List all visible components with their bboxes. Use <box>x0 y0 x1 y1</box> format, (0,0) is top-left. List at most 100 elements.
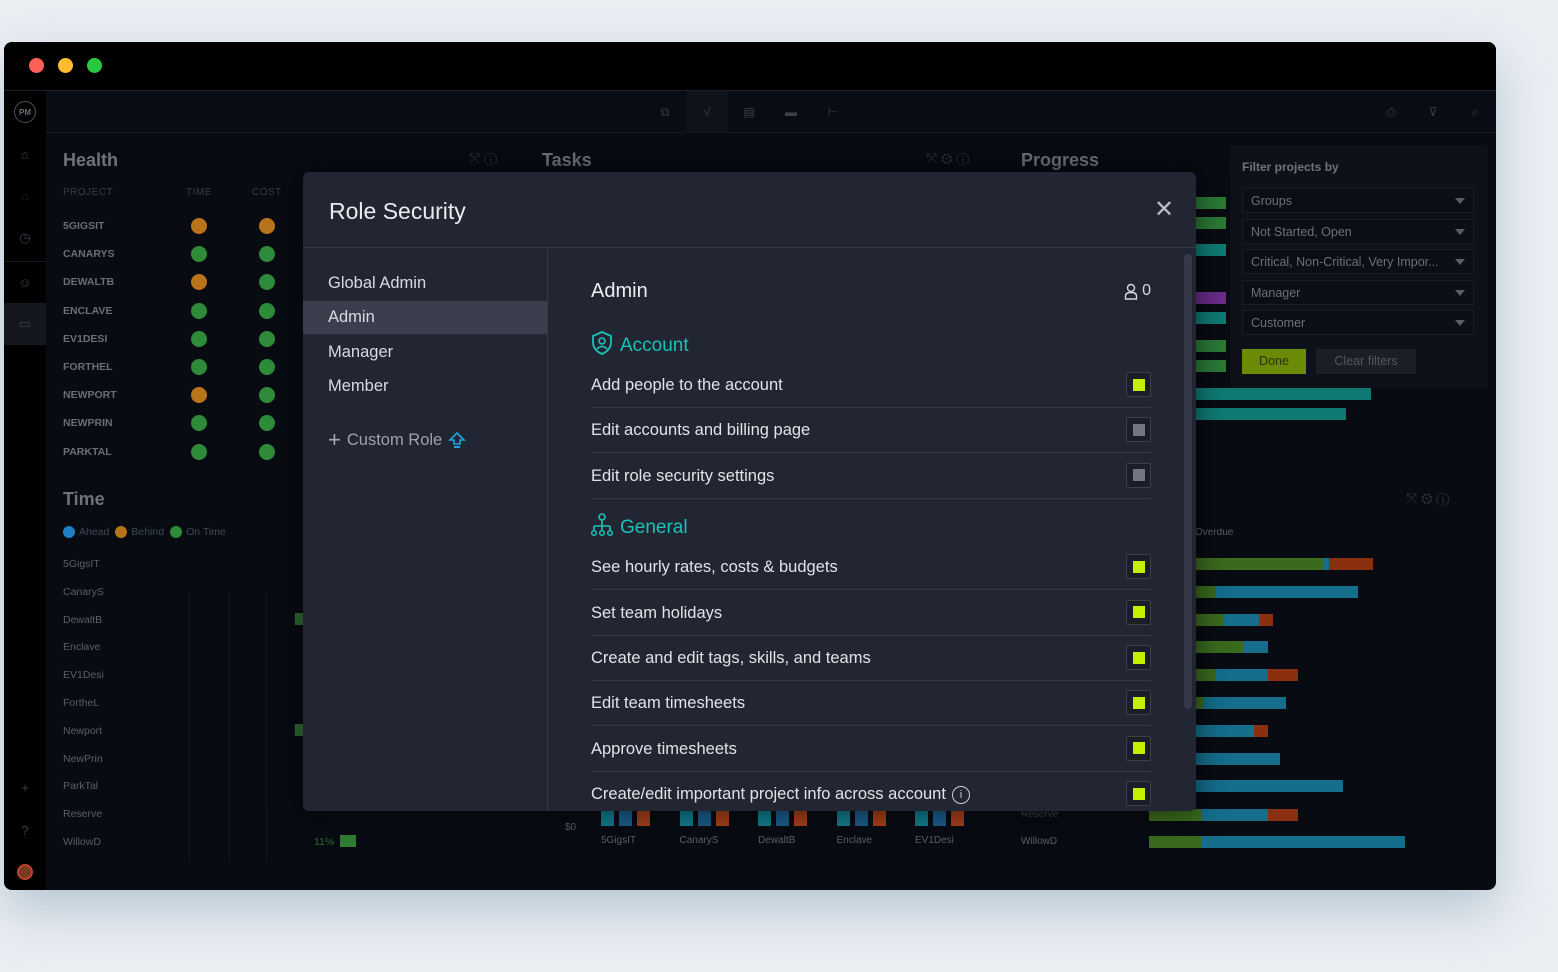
tasks-title: Tasks <box>542 150 592 170</box>
section-title: General <box>620 517 688 539</box>
time-row-label: EV1Desi <box>63 669 104 682</box>
section-header: Account <box>591 331 689 361</box>
help-icon[interactable]: ? <box>4 809 46 851</box>
org-chart-icon <box>590 513 614 543</box>
workload-bar-segment <box>1202 809 1268 821</box>
time-status-dot <box>191 218 207 234</box>
permission-label: Set team holidays <box>591 603 723 622</box>
y-axis-label: $0 <box>565 822 577 833</box>
tasks-bar <box>872 811 886 826</box>
logo[interactable]: PM <box>4 91 46 133</box>
clock-icon[interactable]: ◷ <box>4 217 46 259</box>
scrollbar[interactable] <box>1184 254 1192 709</box>
cost-status-dot <box>259 302 275 319</box>
done-button[interactable]: Done <box>1242 349 1306 374</box>
health-project-name[interactable]: PARKTAL <box>63 446 112 458</box>
health-project-name[interactable]: EV1DESI <box>63 333 107 345</box>
info-icon[interactable]: i <box>951 785 970 804</box>
permission-label: Create and edit tags, skills, and teams <box>591 649 871 667</box>
filter-select[interactable]: Manager <box>1242 279 1474 305</box>
plus-icon[interactable]: + <box>4 766 46 808</box>
cost-status-dot <box>259 246 275 263</box>
health-project-name[interactable]: CANARYS <box>63 248 115 260</box>
print-icon[interactable]: ⎙ <box>1370 91 1412 133</box>
minus-bar-icon[interactable]: ▬ <box>770 91 812 133</box>
permission-checkbox[interactable] <box>1126 417 1151 443</box>
time-status-dot <box>191 302 207 319</box>
workload-bar-segment <box>1196 697 1203 709</box>
role-heading: Admin <box>591 280 648 302</box>
cost-status-dot <box>259 359 275 375</box>
health-project-name[interactable]: NEWPORT <box>63 389 117 401</box>
role-item[interactable]: Member <box>303 370 547 403</box>
grid-line <box>266 592 267 862</box>
avatar[interactable] <box>4 851 46 890</box>
legend-item: Ahead <box>63 526 109 538</box>
permission-checkbox[interactable] <box>1126 462 1151 488</box>
role-item[interactable]: Global Admin <box>303 267 547 300</box>
close-window-button[interactable] <box>29 58 44 73</box>
filter-select[interactable]: Critical, Non-Critical, Very Impor... <box>1242 249 1474 274</box>
time-row-label: CanaryS <box>63 585 104 598</box>
chevron-down-icon <box>1455 198 1465 204</box>
filter-select[interactable]: Groups <box>1242 188 1474 213</box>
role-item[interactable]: Manager <box>303 336 547 369</box>
row-label: WillowD <box>1021 836 1058 847</box>
dashboard-icon[interactable]: √ <box>686 91 728 133</box>
filter-select[interactable]: Customer <box>1242 310 1474 335</box>
expand-settings-help-icons[interactable]: ⤧ ⚙ ⓘ <box>926 150 969 167</box>
expand-help-icons[interactable]: ⤧ ⓘ <box>469 150 497 167</box>
permission-row: Add people to the account <box>591 363 1151 408</box>
legend-swatch <box>170 526 183 538</box>
permission-row: Approve timesheets <box>591 727 1151 772</box>
health-project-name[interactable]: NEWPRIN <box>63 417 113 429</box>
filter-select-value: Critical, Non-Critical, Very Impor... <box>1251 255 1439 269</box>
minimize-window-button[interactable] <box>58 58 73 73</box>
permission-checkbox[interactable] <box>1126 645 1151 670</box>
grid-line <box>189 592 190 862</box>
permission-checkbox[interactable] <box>1126 554 1151 580</box>
briefcase-icon[interactable]: ▭ <box>4 303 46 345</box>
notification-icon[interactable]: ◌ <box>4 175 46 217</box>
search-icon[interactable]: ⌕ <box>1454 91 1496 133</box>
permission-checkbox[interactable] <box>1126 690 1151 716</box>
permission-checkbox[interactable] <box>1126 599 1151 625</box>
people-icon[interactable]: ☺ <box>4 261 46 303</box>
permission-checkbox[interactable] <box>1126 735 1151 761</box>
home-icon[interactable]: ⌂ <box>4 133 46 175</box>
tasks-category-label: 5GigsIT <box>601 835 637 846</box>
gantt-icon[interactable]: ⊢ <box>812 91 854 133</box>
expand-settings-help-icons[interactable]: ⤧ ⚙ ⓘ <box>1406 490 1449 507</box>
role-item[interactable]: Admin <box>303 301 547 335</box>
maximize-window-button[interactable] <box>87 58 102 73</box>
permission-checkbox[interactable] <box>1126 781 1151 807</box>
section-title: Account <box>620 335 689 356</box>
tasks-bar <box>637 811 650 826</box>
workload-bar-segment <box>1196 780 1343 793</box>
health-project-name[interactable]: FORTHEL <box>63 361 113 373</box>
health-project-name[interactable]: ENCLAVE <box>63 305 112 317</box>
health-project-name[interactable]: 5GIGSIT <box>63 220 104 232</box>
workload-bar-segment <box>1259 613 1273 626</box>
filter-select[interactable]: Not Started, Open <box>1242 218 1474 244</box>
col-cost: COST <box>252 187 282 198</box>
clear-filter-icon[interactable]: ⊽ <box>1412 91 1454 133</box>
modal-title: Role Security <box>329 198 466 224</box>
clipboard-icon[interactable]: ▤ <box>728 91 770 133</box>
permission-label: Edit team timesheets <box>591 694 746 713</box>
workload-bar-segment <box>1268 809 1298 821</box>
progress-bar <box>1196 360 1226 372</box>
progress-bar <box>1196 197 1226 209</box>
workload-bar-segment <box>1268 669 1298 682</box>
progress-bar <box>1196 388 1371 400</box>
close-icon[interactable]: ✕ <box>1154 198 1174 222</box>
clear-filters-button[interactable]: Clear filters <box>1316 349 1416 374</box>
workload-bar-segment <box>1203 697 1286 709</box>
tasks-bar <box>836 811 850 826</box>
search-view-icon[interactable]: ⧉ <box>644 91 686 133</box>
workload-bar-segment <box>1196 585 1216 598</box>
health-project-name[interactable]: DEWALTB <box>63 276 114 288</box>
add-custom-role-button[interactable]: + Custom Role <box>328 429 467 451</box>
chevron-down-icon <box>1455 228 1465 235</box>
permission-checkbox[interactable] <box>1126 372 1151 397</box>
